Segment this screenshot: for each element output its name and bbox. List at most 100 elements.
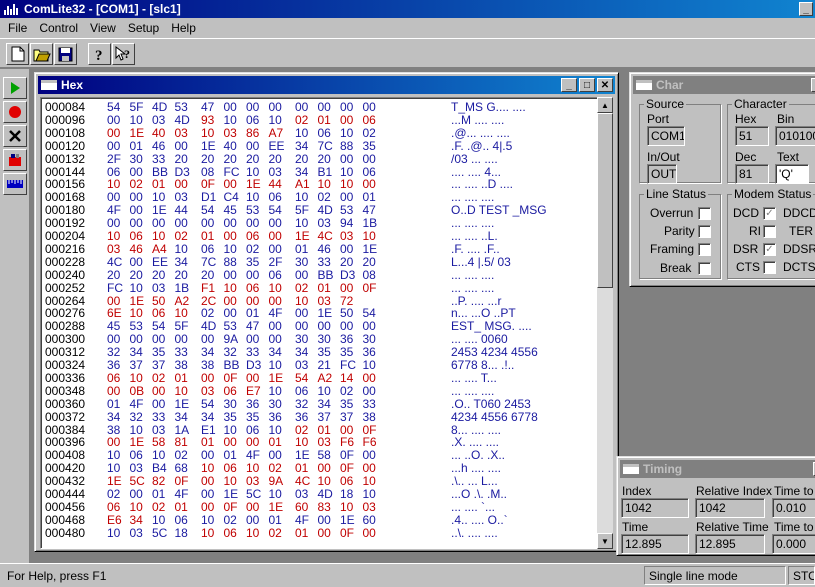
clear-button[interactable] <box>3 149 27 171</box>
hex-row[interactable]: 000456 06 10 02 01 00 0F 00 1E 60 83 10 03 ... .... `… <box>41 499 611 514</box>
context-help-button[interactable]: ? <box>112 43 135 65</box>
hex-byte: 00 <box>317 525 331 540</box>
hex-row[interactable]: 000084 54 5F 4D 53 47 00 00 00 00 00 00 00 T_MS G....… <box>41 101 611 114</box>
run-button[interactable] <box>3 77 27 99</box>
scroll-up-arrow-icon[interactable]: ▲ <box>597 97 613 113</box>
hex-row[interactable]: 000444 02 00 01 4F 00 1E 5C 10 03 4D 18 10 ...O .\. .… <box>41 488 611 501</box>
char-minimize-button[interactable]: _ <box>811 78 815 92</box>
hex-address: 000336 <box>45 370 86 385</box>
hex-byte: 4C <box>107 254 123 269</box>
help-button[interactable]: ? <box>88 43 111 65</box>
hex-byte: 00 <box>246 499 260 514</box>
open-file-button[interactable] <box>30 43 53 65</box>
hex-byte: 83 <box>317 499 331 514</box>
hex-row[interactable]: 000348 00 0B 00 10 03 06 E7 10 06 10 02 00 ... .... .… <box>41 383 611 398</box>
ruler-icon <box>7 180 23 188</box>
hex-byte: 20 <box>340 254 354 269</box>
hex-row[interactable]: 000360 01 4F 00 1E 54 30 36 30 32 34 35 33 .O.. T060 … <box>41 396 611 411</box>
hex-byte: 01 <box>268 512 282 527</box>
hex-byte: 1E <box>129 125 145 140</box>
hex-byte: 10 <box>295 125 309 140</box>
hex-row[interactable]: 000336 06 10 02 01 00 0F 00 1E 54 A2 14 00 ... .... T… <box>41 370 611 385</box>
hex-byte: 10 <box>246 525 260 540</box>
hex-byte: 20 <box>246 151 260 166</box>
menubar: File Control View Setup Help <box>0 18 815 38</box>
menu-setup[interactable]: Setup <box>122 21 165 35</box>
hex-byte: 30 <box>129 151 143 166</box>
hex-row[interactable]: 000240 20 20 20 20 20 00 00 06 00 BB D3 08 ... .... .… <box>41 267 611 282</box>
hex-byte: 54 <box>295 370 309 385</box>
floppy-disk-icon <box>58 47 73 61</box>
menu-help[interactable]: Help <box>165 21 202 35</box>
hex-row[interactable]: 000468 E6 34 10 06 10 02 00 01 4F 00 1E 60 .4.. .... … <box>41 512 611 527</box>
hex-ascii: ... .... .... <box>451 280 495 295</box>
scroll-down-arrow-icon[interactable]: ▼ <box>597 533 613 549</box>
status-help-text: For Help, press F1 <box>7 569 107 583</box>
menu-file[interactable]: File <box>2 21 33 35</box>
hex-row[interactable]: 000216 03 46 A4 10 06 10 02 00 01 46 00 1E .F. .... .… <box>41 242 611 256</box>
hex-byte: 14 <box>340 370 354 385</box>
hex-address: 000120 <box>45 138 86 153</box>
app-title: ComLite32 - [COM1] - [slc1] <box>24 2 181 16</box>
ruler-button[interactable] <box>3 173 27 195</box>
hex-byte: 0F <box>223 370 238 385</box>
hex-maximize-button[interactable]: □ <box>579 78 595 92</box>
hex-byte: 02 <box>152 370 166 385</box>
menu-control[interactable]: Control <box>33 21 84 35</box>
hex-row[interactable]: 000480 10 03 5C 18 10 06 10 02 01 00 0F 00 ..\. .... … <box>41 525 611 540</box>
hex-row[interactable]: 000228 4C 00 EE 34 7C 88 35 2F 30 33 20 20 L...4 |.5/… <box>41 254 611 269</box>
open-folder-icon <box>33 49 51 61</box>
menu-view[interactable]: View <box>84 21 122 35</box>
hex-vertical-scrollbar[interactable]: ▲ ▼ <box>597 97 613 549</box>
hex-byte: 40 <box>223 138 237 153</box>
char-window-titlebar[interactable]: Char _ <box>633 76 815 94</box>
hex-row[interactable]: 000252 FC 10 03 1B F1 10 06 10 02 01 00 0F ... .... .… <box>41 280 611 295</box>
hex-byte: 0F <box>362 280 377 295</box>
hex-byte: 00 <box>340 280 354 295</box>
hex-byte: 10 <box>129 112 143 127</box>
hex-byte: 20 <box>174 151 188 166</box>
hex-row[interactable]: 000372 34 32 33 34 34 35 35 36 36 37 37 38 4234 4556 … <box>41 409 611 424</box>
app-minimize-button[interactable]: _ <box>799 2 813 16</box>
overrun-label: Overrun <box>650 206 694 220</box>
hex-close-button[interactable]: ✕ <box>597 78 613 92</box>
hex-byte: 02 <box>295 280 309 295</box>
timing-window-titlebar[interactable]: Timing _ <box>620 460 815 478</box>
hex-row[interactable]: 000132 2F 30 33 20 20 20 20 20 20 20 00 00/03 ... ..… <box>41 151 611 166</box>
hex-byte: 00 <box>129 254 143 269</box>
hex-byte: 06 <box>295 383 309 398</box>
hex-byte: 20 <box>107 267 121 282</box>
time-value: 12.895 <box>621 534 689 554</box>
hex-byte: 10 <box>129 370 143 385</box>
stop-button[interactable] <box>3 125 27 147</box>
dec-label: Dec <box>735 150 757 164</box>
hex-byte: 20 <box>362 254 376 269</box>
hex-dump-view[interactable]: 000084 54 5F 4D 53 47 00 00 00 00 00 00 00 T_MS G....… <box>40 97 612 549</box>
hex-byte: 35 <box>362 138 376 153</box>
hex-row[interactable]: 000204 10 06 10 02 01 00 06 00 1E 4C 03 10... .... .… <box>41 230 611 243</box>
save-button[interactable] <box>54 43 77 65</box>
hex-row[interactable]: 000108 00 1E 40 03 10 03 86 A7 10 06 10 02 .@... ....… <box>41 125 611 140</box>
bin-value: 0101000 <box>775 126 815 146</box>
hex-byte: 06 <box>317 125 331 140</box>
hex-row[interactable]: 000324 36 37 37 38 38 BB D3 10 03 21 FC 10 6778 8... … <box>41 359 611 372</box>
app-icon <box>4 3 20 15</box>
side-toolbar <box>0 69 30 563</box>
text-label: Text <box>777 150 800 164</box>
hex-byte: 54 <box>201 396 215 411</box>
hex-row[interactable]: 000120 00 01 46 00 1E 40 00 EE 34 7C 88 35 .F. .@.. 4… <box>41 138 611 153</box>
hex-byte: 35 <box>246 409 260 424</box>
hex-window-titlebar[interactable]: Hex _ □ ✕ <box>38 76 615 94</box>
hex-ascii: ... .... .... <box>451 383 495 398</box>
hex-byte: 00 <box>340 112 354 127</box>
scroll-thumb[interactable] <box>597 113 613 288</box>
ter-label: TER <box>789 224 813 238</box>
hex-byte: 34 <box>107 409 121 424</box>
new-file-button[interactable] <box>6 43 29 65</box>
hex-minimize-button[interactable]: _ <box>561 78 577 92</box>
hex-byte: 00 <box>246 370 260 385</box>
record-button[interactable] <box>3 101 27 123</box>
hex-byte: 4D <box>174 112 190 127</box>
hex-row[interactable]: 000096 00 10 03 4D 93 10 06 10 02 01 00 06 ...M .... … <box>41 112 611 127</box>
hex-byte: F1 <box>201 280 216 295</box>
